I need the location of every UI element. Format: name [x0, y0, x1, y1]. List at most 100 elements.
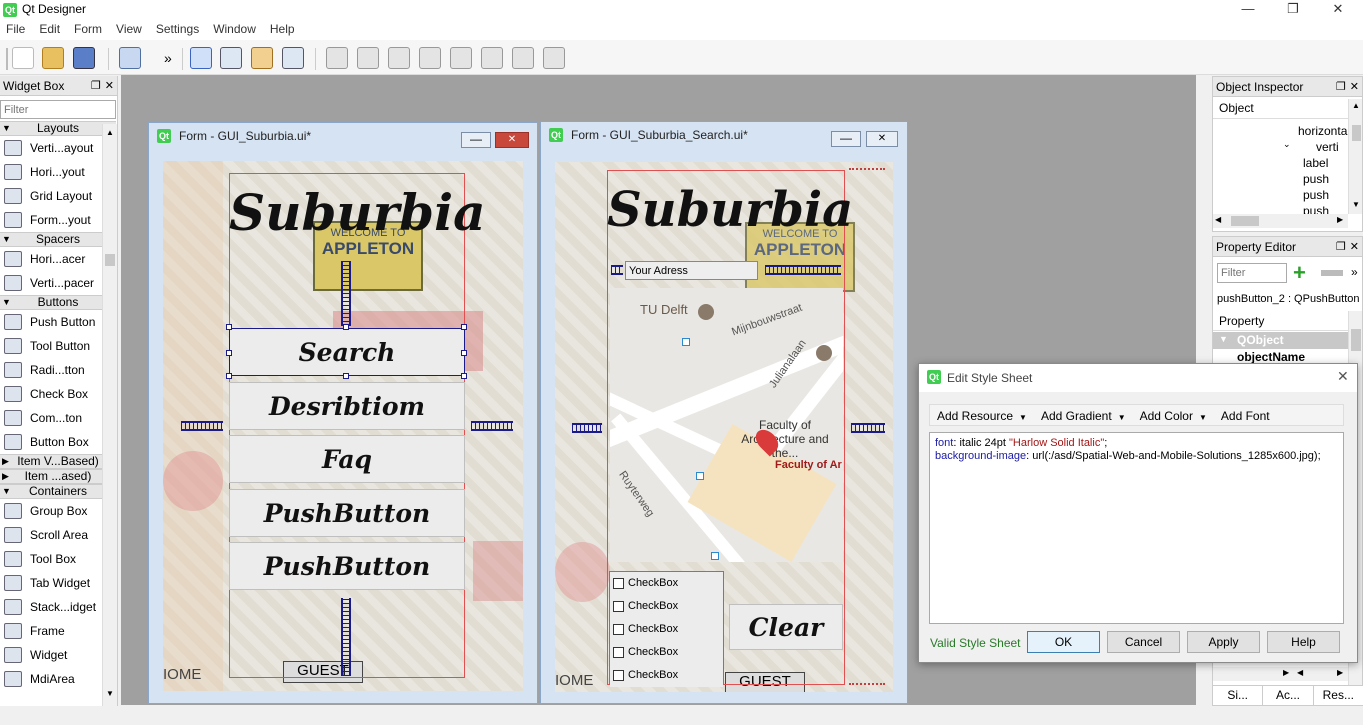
- vertical-spacer-bottom[interactable]: [341, 598, 351, 676]
- layout-vertical-icon[interactable]: [357, 47, 379, 69]
- address-input[interactable]: [625, 261, 758, 280]
- adjust-size-icon[interactable]: [543, 47, 565, 69]
- widget-item[interactable]: Stack...idget: [0, 595, 116, 619]
- university-pin-icon[interactable]: [698, 304, 714, 320]
- widget-item[interactable]: Form...yout: [0, 208, 116, 232]
- checkbox[interactable]: CheckBox: [610, 595, 723, 618]
- close-icon[interactable]: ✕: [1315, 0, 1361, 20]
- open-folder-icon[interactable]: [42, 47, 64, 69]
- widget-item[interactable]: Radi...tton: [0, 358, 116, 382]
- float-icon[interactable]: ❐: [1336, 80, 1346, 93]
- widget-item[interactable]: Verti...pacer: [0, 271, 116, 295]
- checkbox[interactable]: CheckBox: [610, 618, 723, 641]
- map-view[interactable]: TU Delft Mijnbouwstraat Julianalaan Ruyt…: [610, 288, 843, 562]
- maximize-icon[interactable]: ❐: [1270, 0, 1316, 20]
- push-button-2[interactable]: PushButton: [229, 542, 465, 590]
- widget-item[interactable]: Frame: [0, 619, 116, 643]
- checkbox-box[interactable]: [613, 578, 624, 589]
- menu-help[interactable]: Help: [264, 20, 303, 36]
- object-tree-item[interactable]: horizonta: [1298, 123, 1348, 139]
- widget-category[interactable]: ▼ Layouts: [0, 121, 116, 136]
- layout-v-splitter-icon[interactable]: [419, 47, 441, 69]
- stylesheet-toolbar-item[interactable]: Add Gradient ▼: [1034, 405, 1133, 423]
- checkbox[interactable]: CheckBox: [610, 664, 723, 687]
- stylesheet-toolbar-item[interactable]: Add Font: [1214, 405, 1277, 423]
- minimize-icon[interactable]: —: [1225, 0, 1271, 20]
- widget-item[interactable]: Tool Button: [0, 334, 116, 358]
- dock-tab[interactable]: Ac...: [1263, 686, 1314, 705]
- menu-form[interactable]: Form: [68, 20, 110, 36]
- push-button-1[interactable]: PushButton: [229, 489, 465, 537]
- widget-item[interactable]: Check Box: [0, 382, 116, 406]
- float-icon[interactable]: ❐: [1336, 240, 1346, 253]
- property-hscroll[interactable]: ▶ ◀ ▶: [1213, 667, 1348, 681]
- form-window-suburbia-search[interactable]: Form - GUI_Suburbia_Search.ui* Qt — ✕ WE…: [540, 121, 908, 704]
- float-icon[interactable]: ❐: [91, 79, 101, 92]
- widget-item[interactable]: Tool Box: [0, 547, 116, 571]
- widget-filter-input[interactable]: [0, 100, 116, 119]
- qobject-section[interactable]: QObject: [1213, 332, 1348, 349]
- close-icon[interactable]: ✕: [495, 132, 529, 148]
- widget-category[interactable]: ▼ Buttons: [0, 295, 116, 310]
- stylesheet-editor[interactable]: font: italic 24pt "Harlow Solid Italic";…: [929, 432, 1344, 624]
- layout-horizontal-icon[interactable]: [326, 47, 348, 69]
- checkbox-box[interactable]: [613, 647, 624, 658]
- add-dynamic-property-icon[interactable]: +: [1293, 262, 1306, 284]
- horizontal-spacer[interactable]: [611, 265, 623, 275]
- widget-item[interactable]: Group Box: [0, 499, 116, 523]
- widget-item[interactable]: Scroll Area: [0, 523, 116, 547]
- search-button[interactable]: Search: [229, 328, 465, 376]
- close-icon[interactable]: ✕: [1350, 80, 1359, 93]
- checkbox-box[interactable]: [613, 601, 624, 612]
- menu-file[interactable]: File: [0, 20, 33, 36]
- overflow-icon[interactable]: »: [1351, 265, 1358, 279]
- layout-h-splitter-icon[interactable]: [388, 47, 410, 69]
- chevron-down-icon[interactable]: ▼: [1219, 334, 1228, 344]
- dock-tab[interactable]: Si...: [1213, 686, 1264, 705]
- save-icon[interactable]: [73, 47, 95, 69]
- object-tree-item[interactable]: push: [1298, 171, 1348, 187]
- ok-button[interactable]: OK: [1027, 631, 1100, 653]
- widget-category[interactable]: ▼ Containers: [0, 484, 116, 499]
- horizontal-spacer-left[interactable]: [181, 421, 223, 431]
- layout-grid-icon[interactable]: [481, 47, 503, 69]
- close-icon[interactable]: ✕: [105, 79, 114, 92]
- edit-widgets-icon[interactable]: [190, 47, 212, 69]
- widget-item[interactable]: Verti...ayout: [0, 136, 116, 160]
- edit-tab-order-icon[interactable]: [282, 47, 304, 69]
- close-icon[interactable]: ✕: [1337, 368, 1349, 385]
- checkbox[interactable]: CheckBox: [610, 641, 723, 664]
- vertical-spacer[interactable]: [341, 261, 351, 326]
- dock-tab[interactable]: Res...: [1313, 686, 1363, 705]
- apply-button[interactable]: Apply: [1187, 631, 1260, 653]
- object-name-property[interactable]: objectName: [1237, 350, 1305, 364]
- object-tree-item[interactable]: push: [1298, 187, 1348, 203]
- edit-buddies-icon[interactable]: [251, 47, 273, 69]
- menu-settings[interactable]: Settings: [150, 20, 207, 36]
- close-icon[interactable]: ✕: [1350, 240, 1359, 253]
- new-form-icon[interactable]: [12, 47, 34, 69]
- object-tree-item[interactable]: label: [1298, 155, 1348, 171]
- checkbox-box[interactable]: [613, 670, 624, 681]
- horizontal-spacer[interactable]: [765, 265, 841, 275]
- horizontal-spacer-right[interactable]: [851, 423, 885, 433]
- menu-edit[interactable]: Edit: [33, 20, 68, 36]
- window-icon[interactable]: [119, 47, 141, 69]
- widget-category[interactable]: ▶ Item ...ased): [0, 469, 116, 484]
- widget-category[interactable]: ▶ Item V...Based): [0, 454, 116, 469]
- widget-item[interactable]: Push Button: [0, 310, 116, 334]
- checkbox-box[interactable]: [613, 624, 624, 635]
- break-layout-icon[interactable]: [512, 47, 534, 69]
- university-pin-icon[interactable]: [816, 345, 832, 361]
- widget-item[interactable]: MdiArea: [0, 667, 116, 691]
- stylesheet-toolbar-item[interactable]: Add Resource ▼: [930, 405, 1034, 423]
- cancel-button[interactable]: Cancel: [1107, 631, 1180, 653]
- layout-form-icon[interactable]: [450, 47, 472, 69]
- horizontal-spacer-right[interactable]: [471, 421, 513, 431]
- widget-item[interactable]: Widget: [0, 643, 116, 667]
- close-icon[interactable]: ✕: [866, 131, 898, 147]
- minimize-icon[interactable]: —: [461, 132, 491, 148]
- widget-item[interactable]: Grid Layout: [0, 184, 116, 208]
- minimize-icon[interactable]: —: [831, 131, 861, 147]
- description-button[interactable]: Desribtiom: [229, 382, 465, 430]
